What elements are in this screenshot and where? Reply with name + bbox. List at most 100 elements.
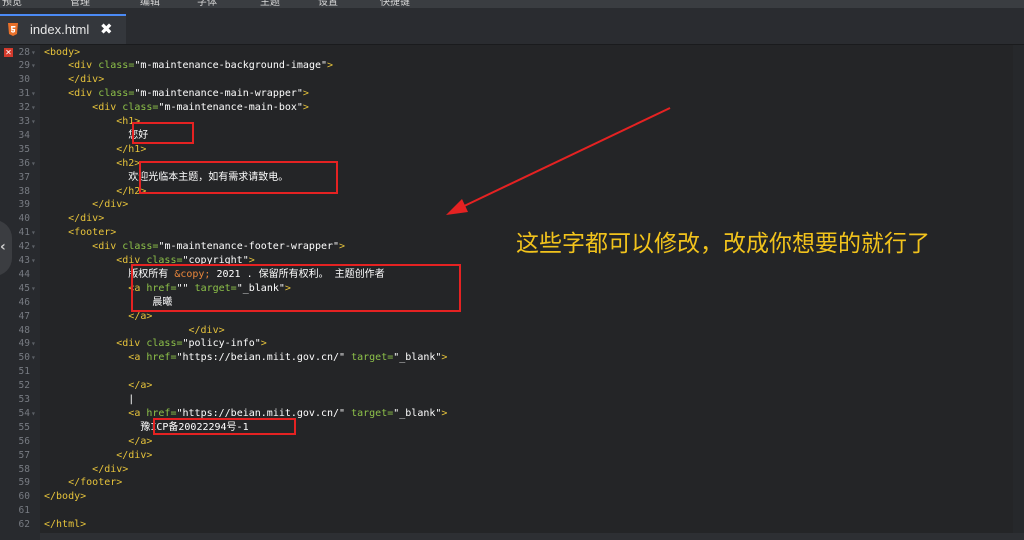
line-number: 55: [18, 421, 30, 433]
code-line[interactable]: 56 </a>: [0, 435, 1000, 449]
code-line[interactable]: 50 ▾ <a href="https://beian.miit.gov.cn/"…: [0, 351, 1000, 365]
code-line[interactable]: 54 ▾ <a href="https://beian.miit.gov.cn/"…: [0, 407, 1000, 421]
code-line[interactable]: 59 </footer>: [0, 476, 1000, 490]
fold-arrow-icon[interactable]: ▾: [31, 351, 36, 365]
tab-bar: index.html ✖: [0, 8, 1024, 45]
code-line[interactable]: 39 </div>: [0, 198, 1000, 212]
code-line[interactable]: 48 </div>: [0, 324, 1000, 338]
code-text: <div class="m-maintenance-background-ima…: [68, 60, 334, 72]
code-text: <h1>: [116, 116, 141, 127]
code-line[interactable]: 55 豫ICP备20022294号-1: [0, 421, 1000, 435]
code-text: </div>: [68, 213, 105, 225]
line-number: 47: [18, 310, 30, 322]
code-text: </a>: [128, 380, 153, 392]
line-number: 62: [18, 519, 30, 531]
code-text: <div class="m-maintenance-main-box">: [92, 102, 309, 114]
code-line[interactable]: ✕ 28 ▾ <body>: [0, 46, 1000, 60]
code-text: |: [128, 394, 135, 405]
fold-arrow-icon[interactable]: ▾: [31, 87, 36, 101]
fold-arrow-icon[interactable]: ▾: [31, 157, 36, 171]
fold-arrow-icon[interactable]: ▾: [31, 115, 36, 129]
fold-arrow-icon[interactable]: ▾: [31, 240, 36, 254]
line-number: 36: [18, 157, 30, 169]
menu-item[interactable]: 主题: [260, 0, 280, 8]
line-number: 50: [18, 352, 30, 364]
code-text: <div class="m-maintenance-footer-wrapper…: [92, 241, 346, 253]
highlight-box-icp: [153, 418, 296, 435]
tab-filename: index.html: [30, 22, 90, 37]
code-text: </h1>: [116, 143, 147, 155]
horizontal-scrollbar[interactable]: [40, 533, 1024, 540]
code-line[interactable]: 62 </html>: [0, 518, 1000, 532]
code-line[interactable]: 51: [0, 365, 1000, 379]
code-line[interactable]: 57 </div>: [0, 449, 1000, 463]
code-line[interactable]: 31 ▾ <div class="m-maintenance-main-wrapp…: [0, 87, 1000, 101]
line-number: 44: [18, 268, 30, 280]
annotation-text: 这些字都可以修改，改成你想要的就行了: [516, 231, 930, 257]
fold-arrow-icon[interactable]: ▾: [31, 46, 36, 60]
code-text: </div>: [92, 199, 129, 211]
code-text: </h2>: [116, 185, 147, 197]
close-tab-icon[interactable]: ✖: [100, 20, 113, 38]
fold-arrow-icon[interactable]: ▾: [31, 282, 36, 296]
code-line[interactable]: 40 </div>: [0, 212, 1000, 226]
code-text: </div>: [68, 74, 105, 86]
fold-arrow-icon[interactable]: ▾: [31, 59, 36, 73]
line-number: 40: [18, 213, 30, 225]
code-line[interactable]: 60 </body>: [0, 490, 1000, 504]
menu-item[interactable]: 预览: [2, 0, 22, 8]
menu-item[interactable]: 管理: [70, 0, 90, 8]
code-text: <body>: [44, 46, 81, 58]
fold-arrow-icon[interactable]: ▾: [31, 101, 36, 115]
line-number: 33: [18, 116, 30, 127]
line-number: 56: [18, 435, 30, 447]
line-number: 58: [18, 463, 30, 475]
vertical-scrollbar[interactable]: [1013, 45, 1024, 533]
menu-item[interactable]: 快捷键: [380, 0, 410, 8]
code-line[interactable]: 52 </a>: [0, 379, 1000, 393]
code-line[interactable]: 32 ▾ <div class="m-maintenance-main-box">: [0, 101, 1000, 115]
code-line[interactable]: 29 ▾ <div class="m-maintenance-background…: [0, 59, 1000, 73]
html5-file-icon: [8, 23, 18, 36]
code-line[interactable]: 35 </h1>: [0, 143, 1000, 157]
line-number: 39: [18, 199, 30, 211]
code-text: </div>: [116, 449, 153, 461]
line-number: 46: [18, 296, 30, 308]
code-line[interactable]: 58 </div>: [0, 463, 1000, 477]
fold-arrow-icon[interactable]: ▾: [31, 337, 36, 351]
menu-item[interactable]: 字体: [197, 0, 217, 8]
line-number: 37: [18, 171, 30, 183]
tab-index-html[interactable]: index.html ✖: [0, 14, 126, 44]
line-number: 54: [18, 407, 30, 419]
menu-item[interactable]: 设置: [318, 0, 338, 8]
fold-arrow-icon[interactable]: ▾: [31, 226, 36, 240]
line-number: 28: [18, 46, 30, 58]
line-number: 48: [18, 324, 30, 336]
fold-arrow-icon[interactable]: ▾: [31, 407, 36, 421]
line-number: 30: [18, 74, 30, 86]
code-text: </footer>: [68, 477, 123, 489]
error-marker-icon: ✕: [4, 47, 13, 57]
menu-item[interactable]: 编辑: [140, 0, 160, 8]
line-number: 60: [18, 491, 30, 503]
menu-bar: 预览 管理 编辑 字体 主题 设置 快捷键: [0, 0, 1024, 8]
line-number: 61: [18, 505, 30, 517]
line-number: 35: [18, 143, 30, 155]
line-number: 52: [18, 380, 30, 392]
fold-arrow-icon[interactable]: ▾: [31, 254, 36, 268]
line-number: 43: [18, 255, 30, 266]
code-text: </a>: [128, 435, 153, 447]
code-line[interactable]: 61: [0, 504, 1000, 518]
code-text: <footer>: [68, 227, 117, 239]
code-text: <h2>: [116, 157, 141, 169]
code-line[interactable]: 53 |: [0, 393, 1000, 407]
line-number: 53: [18, 394, 30, 405]
highlight-box-h1: [132, 122, 194, 144]
line-number: 38: [18, 185, 30, 197]
code-line[interactable]: 30 </div>: [0, 73, 1000, 87]
code-line[interactable]: 49 ▾ <div class="policy-info">: [0, 337, 1000, 351]
highlight-box-copyright: [131, 264, 461, 312]
code-text: </div>: [188, 324, 225, 336]
line-number: 34: [18, 129, 30, 141]
line-number: 41: [18, 227, 30, 239]
